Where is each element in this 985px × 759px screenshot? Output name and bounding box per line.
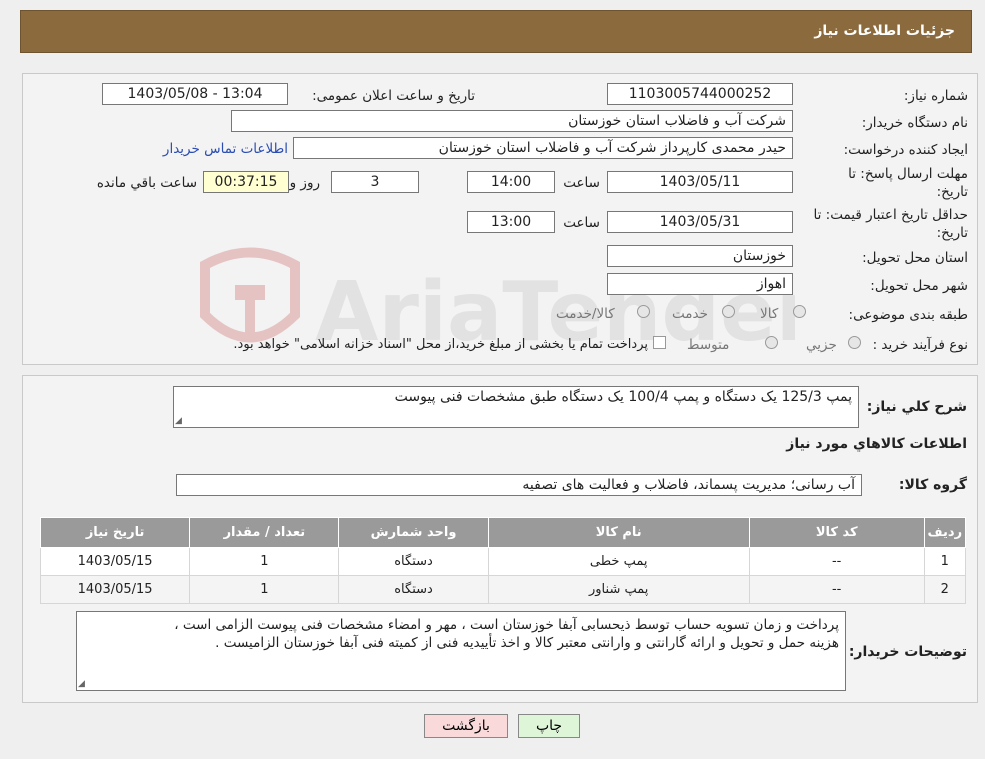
back-button[interactable]: بازگشت — [424, 714, 508, 738]
goods-table: رديف کد کالا نام کالا واحد شمارش تعداد /… — [39, 517, 967, 604]
cell-unit: دستگاه — [338, 547, 489, 576]
goods-table-header: رديف کد کالا نام کالا واحد شمارش تعداد /… — [39, 517, 967, 548]
page-title: جزئیات اطلاعات نیاز — [814, 23, 955, 39]
cell-unit: دستگاه — [338, 575, 489, 604]
purchase-partial-radio[interactable] — [848, 336, 861, 349]
cell-goods-name: پمپ خطی — [487, 547, 750, 576]
cell-row-number: 2 — [923, 575, 967, 604]
deadline-days-field: 3 — [331, 171, 419, 193]
price-validity-time-field: 13:00 — [467, 211, 555, 233]
delivery-province-label: استان محل تحویل: — [862, 250, 968, 266]
need-number-field: 1103005744000252 — [607, 83, 793, 105]
deadline-label: مهلت ارسال پاسخ: تا — [848, 166, 968, 182]
deadline-time-label: ساعت — [563, 175, 600, 191]
cell-goods-name: پمپ شناور — [487, 575, 750, 604]
category-service-label: خدمت — [672, 306, 708, 322]
requester-label: ایجاد کننده درخواست: — [843, 142, 968, 158]
buyer-notes-label: توضیحات خریدار: — [848, 644, 967, 660]
summary-resize-grip[interactable]: ◢ — [175, 416, 185, 426]
need-number-label: شماره نیاز: — [903, 88, 968, 104]
category-service-radio[interactable] — [722, 305, 735, 318]
col-unit: واحد شمارش — [338, 517, 489, 548]
table-row: 1 -- پمپ خطی دستگاه 1 1403/05/15 — [39, 547, 967, 576]
cell-quantity: 1 — [189, 575, 340, 604]
goods-section-title: اطلاعات کالاهاي مورد نياز — [786, 436, 967, 452]
purchase-type-label: نوع فرآیند خرید : — [872, 337, 968, 353]
buyer-notes-field: پرداخت و زمان تسویه حساب توسط ذیحسابی آب… — [76, 611, 846, 691]
delivery-province-field: خوزستان — [607, 245, 793, 267]
summary-label: شرح کلي نياز: — [866, 399, 967, 415]
buyer-notes-resize-grip[interactable]: ◢ — [78, 679, 88, 689]
purchase-partial-label: جزیي — [806, 337, 837, 353]
requester-field: حیدر محمدی کارپرداز شرکت آب و فاضلاب است… — [293, 137, 793, 159]
cell-quantity: 1 — [189, 547, 340, 576]
remaining-label: ساعت باقي مانده — [96, 175, 197, 191]
price-validity-label-date: تاریخ: — [936, 225, 968, 241]
announce-datetime-label: تاریخ و ساعت اعلان عمومی: — [312, 88, 475, 104]
announce-datetime-field: 1403/05/08 - 13:04 — [102, 83, 288, 105]
goods-group-field: آب رسانی؛ مدیریت پسماند، فاضلاب و فعالیت… — [176, 474, 862, 496]
col-row-number: رديف — [923, 517, 967, 548]
category-goods-service-label: کالا/خدمت — [556, 306, 615, 322]
buyer-notes-line1: پرداخت و زمان تسویه حساب توسط ذیحسابی آب… — [174, 617, 839, 633]
category-goods-service-radio[interactable] — [637, 305, 650, 318]
goods-group-label: گروه کالا: — [898, 477, 967, 493]
cell-goods-code: -- — [748, 575, 925, 604]
page-header: جزئیات اطلاعات نیاز — [20, 10, 972, 53]
buyer-contact-link[interactable]: اطلاعات تماس خریدار — [163, 141, 288, 157]
category-label: طبقه بندی موضوعی: — [848, 307, 968, 323]
col-quantity: تعداد / مقدار — [189, 517, 340, 548]
deadline-date-field: 1403/05/11 — [607, 171, 793, 193]
days-label: روز و — [289, 175, 320, 191]
remaining-time-field: 00:37:15 — [203, 171, 289, 193]
deadline-label-date: تاریخ: — [936, 184, 968, 200]
treasury-bond-checkbox[interactable] — [653, 336, 666, 349]
buyer-org-field: شرکت آب و فاضلاب استان خوزستان — [231, 110, 793, 132]
buyer-org-label: نام دستگاه خریدار: — [861, 115, 968, 131]
summary-field: پمپ 125/3 یک دستگاه و پمپ 100/4 یک دستگا… — [173, 386, 859, 428]
cell-row-number: 1 — [923, 547, 967, 576]
category-goods-label: کالا — [760, 306, 779, 322]
treasury-bond-note: پرداخت تمام یا بخشی از مبلغ خرید،از محل … — [233, 337, 648, 352]
col-goods-code: کد کالا — [748, 517, 925, 548]
purchase-medium-radio[interactable] — [765, 336, 778, 349]
buyer-notes-line2: هزینه حمل و تحویل و ارائه گارانتی و وارا… — [215, 635, 839, 651]
cell-need-date: 1403/05/15 — [39, 575, 191, 604]
price-validity-label: حداقل تاریخ اعتبار قیمت: تا — [813, 207, 968, 223]
table-row: 2 -- پمپ شناور دستگاه 1 1403/05/15 — [39, 575, 967, 604]
delivery-city-field: اهواز — [607, 273, 793, 295]
col-goods-name: نام کالا — [487, 517, 750, 548]
price-validity-date-field: 1403/05/31 — [607, 211, 793, 233]
delivery-city-label: شهر محل تحویل: — [870, 278, 968, 294]
print-button[interactable]: چاپ — [518, 714, 580, 738]
cell-goods-code: -- — [748, 547, 925, 576]
deadline-time-field: 14:00 — [467, 171, 555, 193]
category-goods-radio[interactable] — [793, 305, 806, 318]
price-validity-time-label: ساعت — [563, 215, 600, 231]
cell-need-date: 1403/05/15 — [39, 547, 191, 576]
col-need-date: تاریخ نیاز — [39, 517, 191, 548]
purchase-medium-label: متوسط — [687, 337, 730, 353]
